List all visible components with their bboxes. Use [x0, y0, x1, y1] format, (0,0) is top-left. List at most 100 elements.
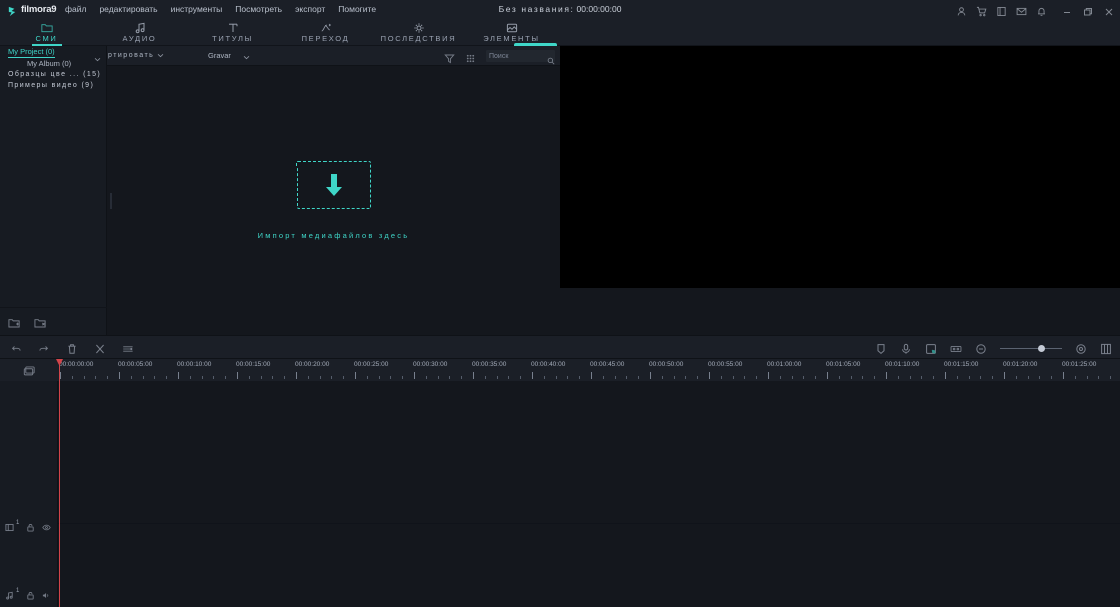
- voiceover-icon[interactable]: [900, 342, 912, 354]
- close-button[interactable]: [1104, 4, 1114, 16]
- sidebar-item-my-album[interactable]: My Album (0): [0, 58, 106, 69]
- zoom-in-icon[interactable]: [1075, 342, 1087, 354]
- mail-icon[interactable]: [1016, 4, 1027, 15]
- media-panel: Сортировать Gravar: [107, 46, 560, 335]
- panel-resize-handle[interactable]: [110, 192, 112, 209]
- ruler-tick-minor: [378, 376, 380, 379]
- ruler-tick-minor: [992, 376, 994, 379]
- tab-elements[interactable]: элементы: [465, 18, 558, 46]
- audio-track-icon: [5, 587, 14, 599]
- screen-record-icon[interactable]: [950, 342, 962, 354]
- ruler-tick-major: [1063, 372, 1064, 379]
- sidebar-item-my-project[interactable]: My Project (0): [0, 46, 106, 62]
- ruler-tick-label: 00:01:25:00: [1062, 361, 1097, 368]
- import-dropzone-box[interactable]: [296, 160, 371, 209]
- ruler-tick-label: 00:00:45:00: [590, 361, 625, 368]
- track-header-video-1[interactable]: 1: [0, 501, 58, 545]
- timeline-zoom-slider[interactable]: [1000, 342, 1062, 354]
- tab-media[interactable]: СМИ: [0, 18, 93, 46]
- snapshot-track-icon[interactable]: [23, 364, 36, 376]
- bell-icon[interactable]: [1036, 4, 1047, 16]
- ruler-tick-label: 00:00:40:00: [531, 361, 566, 368]
- track-lane-video-1[interactable]: [58, 381, 1120, 523]
- lock-icon[interactable]: [26, 519, 35, 532]
- menu-item-file[interactable]: файл: [65, 4, 86, 14]
- timeline-tracks[interactable]: [58, 381, 1120, 607]
- menu-item-edit[interactable]: редактировать: [99, 4, 157, 14]
- redo-icon[interactable]: [38, 342, 50, 354]
- account-icon[interactable]: [956, 4, 967, 15]
- tab-titles[interactable]: Титулы: [186, 18, 279, 46]
- crop-icon[interactable]: [122, 342, 134, 354]
- chevron-down-icon[interactable]: [94, 49, 101, 62]
- undo-icon[interactable]: [10, 342, 22, 354]
- import-dropzone[interactable]: Импорт медиафайлов здесь: [258, 160, 410, 240]
- marker-icon[interactable]: [875, 342, 887, 355]
- delete-folder-icon[interactable]: [34, 316, 47, 328]
- filter-dropdown[interactable]: Gravar: [208, 51, 250, 60]
- folder-tab-decoration: [296, 160, 326, 167]
- ruler-tick-label: 00:00:00:00: [59, 361, 94, 368]
- ruler-tick-major: [178, 372, 179, 379]
- tab-effects[interactable]: Последствия: [372, 18, 465, 46]
- eye-icon[interactable]: [42, 519, 52, 530]
- color-picker-icon[interactable]: [925, 342, 937, 354]
- maximize-button[interactable]: [1083, 4, 1093, 16]
- ruler-tick-label: 00:00:50:00: [649, 361, 684, 368]
- ruler-tick-major: [768, 372, 769, 379]
- new-folder-icon[interactable]: [8, 316, 21, 328]
- zoom-out-icon[interactable]: [975, 342, 987, 354]
- ruler-tick-label: 00:00:35:00: [472, 361, 507, 368]
- sidebar-item-sample-videos[interactable]: Примеры видео (9): [0, 80, 106, 91]
- ruler-tick-major: [237, 372, 238, 379]
- filter-icon[interactable]: [444, 51, 455, 63]
- ruler-tick-minor: [319, 376, 321, 379]
- media-drop-area[interactable]: Импорт медиафайлов здесь: [107, 66, 560, 335]
- ruler-tick-minor: [1015, 376, 1017, 379]
- grid-view-icon[interactable]: [465, 51, 476, 62]
- lock-icon[interactable]: [26, 587, 35, 600]
- ruler-tick-label: 00:00:25:00: [354, 361, 389, 368]
- book-icon[interactable]: [996, 4, 1007, 16]
- ruler-tick-minor: [850, 376, 852, 379]
- speaker-icon[interactable]: [42, 587, 51, 598]
- ruler-tick-minor: [520, 376, 522, 379]
- ruler-tick-minor: [862, 376, 864, 379]
- track-lane-audio-1[interactable]: [58, 524, 1120, 607]
- sort-dropdown[interactable]: Сортировать: [108, 52, 184, 59]
- cart-icon[interactable]: [976, 4, 987, 16]
- ruler-tick-label: 00:00:30:00: [413, 361, 448, 368]
- menu-item-view[interactable]: Посмотреть: [235, 4, 282, 14]
- ruler-tick-major: [414, 372, 415, 379]
- search-icon[interactable]: [547, 52, 555, 65]
- tab-transition[interactable]: переход: [279, 18, 372, 46]
- menu-item-tools[interactable]: инструменты: [171, 4, 223, 14]
- ruler-tick-minor: [248, 376, 250, 379]
- search-box[interactable]: [486, 50, 555, 65]
- tab-audio[interactable]: аудио: [93, 18, 186, 46]
- zoom-slider-knob[interactable]: [1038, 344, 1045, 352]
- split-icon[interactable]: [94, 342, 106, 354]
- ruler-tick-minor: [213, 376, 215, 379]
- timeline-tools: [875, 336, 1112, 360]
- menu-item-help[interactable]: Помогите: [338, 4, 376, 14]
- menu-item-export[interactable]: экспорт: [295, 4, 325, 14]
- ruler-tick-minor: [437, 376, 439, 379]
- player-controls: { } 00:00:00:00: [560, 288, 1120, 374]
- filmora-window: filmora9 файл редактировать инструменты …: [0, 0, 1120, 607]
- playhead[interactable]: [56, 359, 63, 607]
- tab-transition-label: переход: [301, 34, 350, 43]
- project-sidebar: My Project (0) My Album (0) Образцы цвe …: [0, 46, 107, 335]
- ruler-tick-minor: [331, 376, 333, 379]
- timeline-ruler[interactable]: 00:00:00:00 00:00:05:00 00:00:10:00 00:00:1…: [58, 359, 1120, 381]
- ruler-tick-minor: [225, 376, 227, 379]
- search-input[interactable]: [489, 52, 545, 60]
- delete-icon[interactable]: [66, 342, 78, 354]
- video-canvas[interactable]: [560, 46, 1120, 288]
- track-header-audio-1[interactable]: 1: [0, 569, 58, 607]
- minimize-button[interactable]: [1062, 4, 1072, 14]
- ruler-tick-minor: [402, 376, 404, 379]
- sidebar-item-color-samples[interactable]: Образцы цвe ... (15): [0, 69, 106, 80]
- fit-timeline-icon[interactable]: [1100, 342, 1112, 355]
- ruler-tick-minor: [697, 376, 699, 379]
